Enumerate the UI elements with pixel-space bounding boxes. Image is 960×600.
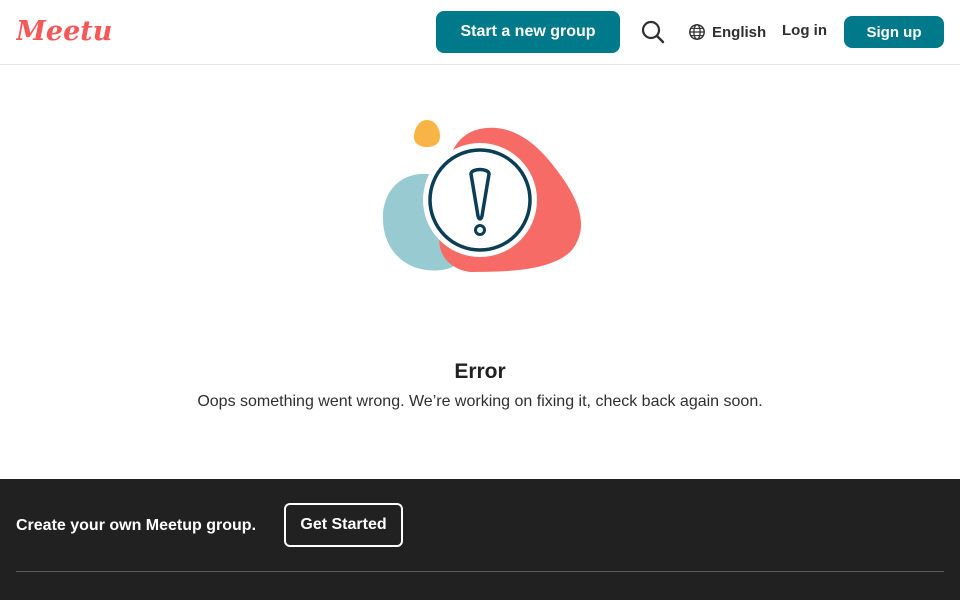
language-label: English [712,23,767,41]
meetup-logo[interactable]: Meetup [15,12,131,52]
login-link[interactable]: Log in [782,22,827,39]
language-selector[interactable]: English [688,22,766,42]
error-message: Oops something went wrong. We’re working… [197,393,763,410]
orange-blob [413,120,440,147]
start-new-group-button[interactable]: Start a new group [436,11,620,53]
meetup-logo-wordmark: Meetup [15,16,131,47]
search-icon[interactable] [640,19,666,45]
svg-text:Meetup: Meetup [16,16,112,47]
error-illustration [380,116,586,280]
error-title: Error [454,360,506,383]
globe-icon [689,24,705,40]
footer-divider [16,571,944,572]
footer-cta-text: Create your own Meetup group. [16,517,257,534]
get-started-button[interactable]: Get Started [284,503,403,547]
footer: Create your own Meetup group. Get Starte… [0,479,960,600]
top-nav: Meetup Start a new group English Log in … [0,0,960,65]
signup-button[interactable]: Sign up [844,16,944,48]
